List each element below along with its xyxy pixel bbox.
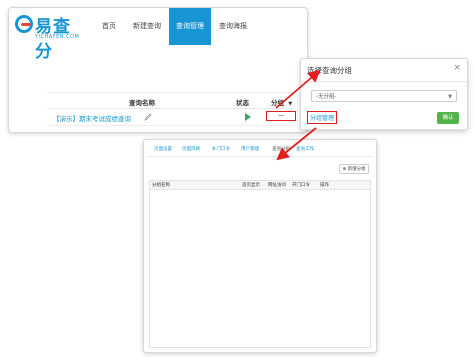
arrow-to-dialog <box>275 69 321 109</box>
annotation-arrows <box>275 69 321 161</box>
arrow-to-group-panel <box>276 127 317 161</box>
